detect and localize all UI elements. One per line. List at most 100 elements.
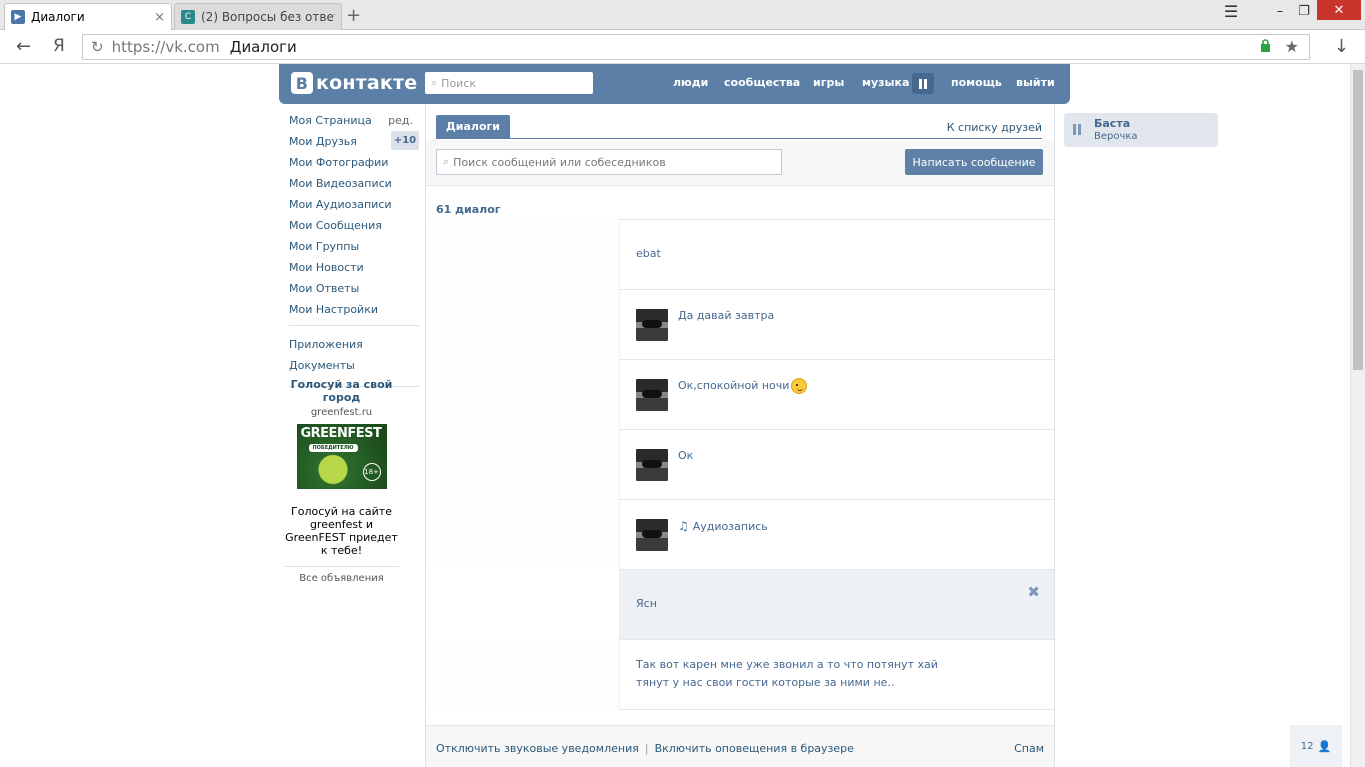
menu-icon[interactable]: ☰ bbox=[1220, 0, 1242, 22]
pause-icon[interactable] bbox=[1073, 124, 1083, 135]
dialog-peer-area[interactable] bbox=[426, 429, 620, 500]
avatar[interactable] bbox=[636, 449, 668, 481]
vk-logo-text: контакте bbox=[316, 72, 418, 94]
new-tab-button[interactable]: + bbox=[346, 5, 361, 26]
browser-tab-bar: ▶ Диалоги × C (2) Вопросы без ответ + ☰ … bbox=[0, 0, 1365, 30]
bookmark-star-icon[interactable]: ★ bbox=[1285, 37, 1299, 56]
tab-dialogs[interactable]: ▶ Диалоги × bbox=[4, 3, 172, 30]
all-ads-link[interactable]: Все объявления bbox=[282, 573, 401, 584]
audio-player-widget[interactable]: Баста Верочка bbox=[1064, 113, 1218, 147]
header-search-input[interactable]: ⌕ Поиск bbox=[425, 72, 593, 94]
dialog-last-message: Да давай завтра bbox=[678, 309, 775, 322]
url-host: https://vk.com bbox=[111, 38, 220, 56]
dialog-last-message: Так вот карен мне уже звонил а то что по… bbox=[636, 658, 938, 689]
dialog-peer-area[interactable] bbox=[426, 289, 620, 360]
edit-link[interactable]: ред. bbox=[388, 112, 413, 129]
menu-item-news[interactable]: Мои Новости bbox=[289, 259, 419, 280]
write-message-button[interactable]: Написать сообщение bbox=[905, 149, 1043, 175]
url-field[interactable]: ↻ https://vk.com Диалоги ★ bbox=[82, 34, 1310, 60]
nav-help[interactable]: помощь bbox=[951, 76, 1002, 89]
dialog-row[interactable]: Да давай завтра bbox=[426, 289, 1054, 360]
page-scrollbar[interactable] bbox=[1350, 64, 1365, 767]
page-content: В контакте ⌕ Поиск люди сообщества игры … bbox=[0, 64, 1365, 767]
dialog-peer-area[interactable] bbox=[426, 569, 620, 640]
dialog-search-input[interactable]: ⌕ Поиск сообщений или собеседников bbox=[436, 149, 782, 175]
menu-item-photos[interactable]: Мои Фотографии bbox=[289, 154, 419, 175]
friends-count-badge[interactable]: +10 bbox=[391, 131, 419, 150]
dialog-row[interactable]: ♫ Аудиозапись bbox=[426, 499, 1054, 570]
vk-logo[interactable]: В контакте bbox=[291, 72, 417, 94]
enable-notifications-link[interactable]: Включить оповещения в браузере bbox=[655, 742, 854, 755]
ad-block[interactable]: Голосуй за свой город greenfest.ru GREEN… bbox=[282, 378, 401, 584]
messages-panel: Диалоги К списку друзей ⌕ Поиск сообщени… bbox=[425, 104, 1055, 767]
menu-item-settings[interactable]: Мои Настройки bbox=[289, 301, 419, 322]
dialog-last-message: Ок,спокойной ночи bbox=[678, 379, 790, 392]
footer-links: Отключить звуковые уведомления | Включить … bbox=[436, 742, 854, 755]
download-icon[interactable]: ↓ bbox=[1334, 36, 1349, 57]
avatar[interactable] bbox=[636, 309, 668, 341]
dialog-last-message: Ок bbox=[678, 449, 694, 462]
disable-sounds-link[interactable]: Отключить звуковые уведомления bbox=[436, 742, 639, 755]
tab-questions[interactable]: C (2) Вопросы без ответ bbox=[174, 3, 342, 30]
address-bar-row: ← Я ↻ https://vk.com Диалоги ★ ↓ bbox=[0, 30, 1365, 64]
nav-communities[interactable]: сообщества bbox=[724, 76, 800, 89]
spam-link[interactable]: Спам bbox=[1014, 742, 1044, 755]
dialog-row-selected[interactable]: Ясн ✖ bbox=[426, 569, 1054, 640]
scrollbar-thumb[interactable] bbox=[1353, 70, 1363, 370]
tab-dialogs[interactable]: Диалоги bbox=[436, 115, 510, 138]
dialog-row[interactable]: Так вот карен мне уже звонил а то что по… bbox=[426, 639, 1054, 710]
menu-item-audio[interactable]: Мои Аудиозаписи bbox=[289, 196, 419, 217]
avatar[interactable] bbox=[636, 519, 668, 551]
friends-list-link[interactable]: К списку друзей bbox=[947, 121, 1042, 134]
nav-logout[interactable]: выйти bbox=[1016, 76, 1055, 89]
dialog-peer-area[interactable] bbox=[426, 499, 620, 570]
reload-icon[interactable]: ↻ bbox=[91, 38, 104, 56]
pause-icon[interactable] bbox=[912, 73, 934, 94]
dialog-row[interactable]: ebat bbox=[426, 219, 1054, 290]
ad-title[interactable]: Голосуй за свой город bbox=[282, 378, 401, 404]
dialog-peer-area[interactable] bbox=[426, 219, 620, 290]
dialog-last-message: ebat bbox=[636, 247, 661, 260]
menu-item-documents[interactable]: Документы bbox=[289, 357, 419, 378]
online-friends-counter[interactable]: 12 👤 bbox=[1290, 725, 1342, 767]
dialog-row[interactable]: Ок bbox=[426, 429, 1054, 500]
search-icon: ⌕ bbox=[431, 76, 438, 89]
ad-image-badge: ПОБЕДИТЕЛЮ bbox=[308, 444, 358, 452]
back-arrow-icon[interactable]: ← bbox=[16, 36, 31, 57]
footer-separator: | bbox=[644, 742, 649, 755]
nav-music[interactable]: музыка bbox=[862, 76, 909, 89]
menu-item-friends[interactable]: Мои Друзья +10 bbox=[289, 131, 419, 154]
ad-image-brand: GREENFEST bbox=[300, 426, 382, 441]
nav-people[interactable]: люди bbox=[673, 76, 708, 89]
tab-title: (2) Вопросы без ответ bbox=[201, 10, 335, 24]
window-close-button[interactable]: ✕ bbox=[1317, 0, 1361, 20]
ad-image[interactable]: GREENFEST ПОБЕДИТЕЛЮ 18+ bbox=[296, 424, 387, 489]
restore-icon[interactable]: ❐ bbox=[1294, 0, 1314, 22]
menu-item-label: Мои Сообщения bbox=[289, 219, 382, 232]
minimize-icon[interactable]: – bbox=[1270, 0, 1290, 22]
menu-item-messages[interactable]: Мои Сообщения bbox=[289, 217, 419, 238]
dialog-search-placeholder: Поиск сообщений или собеседников bbox=[453, 155, 666, 169]
player-artist[interactable]: Баста bbox=[1094, 117, 1130, 130]
url-page-title: Диалоги bbox=[229, 38, 297, 56]
search-icon: ⌕ bbox=[443, 155, 450, 168]
menu-item-my-page[interactable]: Моя Страница ред. bbox=[289, 112, 419, 133]
menu-item-groups[interactable]: Мои Группы bbox=[289, 238, 419, 259]
close-tab-icon[interactable]: × bbox=[154, 10, 165, 25]
tab-title: Диалоги bbox=[31, 10, 85, 24]
yandex-icon[interactable]: Я bbox=[53, 36, 65, 56]
menu-item-videos[interactable]: Мои Видеозаписи bbox=[289, 175, 419, 196]
menu-item-label: Документы bbox=[289, 359, 355, 372]
messages-footer: Отключить звуковые уведомления | Включить … bbox=[426, 725, 1054, 767]
menu-item-answers[interactable]: Мои Ответы bbox=[289, 280, 419, 301]
avatar[interactable] bbox=[636, 379, 668, 411]
delete-dialog-icon[interactable]: ✖ bbox=[1027, 583, 1040, 601]
dialog-peer-area[interactable] bbox=[426, 359, 620, 430]
dialog-last-message-wrap: ♫ Аудиозапись bbox=[678, 517, 768, 536]
vk-favicon-icon: ▶ bbox=[11, 10, 25, 24]
dialog-row[interactable]: Ок,спокойной ночи bbox=[426, 359, 1054, 430]
menu-item-apps[interactable]: Приложения bbox=[289, 336, 419, 357]
menu-item-label: Мои Настройки bbox=[289, 303, 378, 316]
dialog-peer-area[interactable] bbox=[426, 639, 620, 710]
nav-games[interactable]: игры bbox=[813, 76, 844, 89]
